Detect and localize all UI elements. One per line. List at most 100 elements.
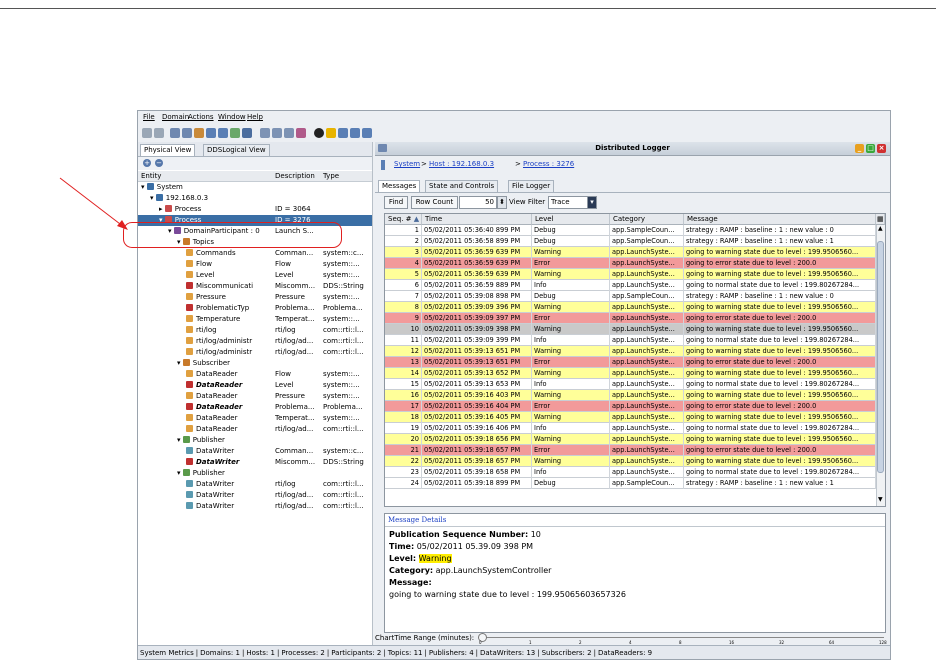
tree-row[interactable]: ▸ Process ID = 3064 (138, 204, 372, 215)
col-description[interactable]: Description (275, 172, 315, 180)
tree-row[interactable]: DataWriter Comman... system::c... (138, 446, 372, 457)
col-entity[interactable]: Entity (141, 172, 161, 180)
message-row[interactable]: 20 05/02/2011 05:39:18 656 PM Warning app.L… (385, 434, 876, 445)
crumb-system[interactable]: System (394, 160, 420, 168)
tab-ddslogical-view[interactable]: DDSLogical View (203, 144, 270, 156)
message-row[interactable]: 3 05/02/2011 05:36:59 639 PM Warning app.La… (385, 247, 876, 258)
crumb-process[interactable]: Process : 3276 (523, 160, 574, 168)
maximize-button[interactable]: □ (866, 144, 875, 153)
expand-toggle-icon[interactable]: ▾ (141, 183, 147, 191)
message-row[interactable]: 6 05/02/2011 05:36:59 889 PM Info app.Launc… (385, 280, 876, 291)
message-row[interactable]: 9 05/02/2011 05:39:09 397 PM Error app.Laun… (385, 313, 876, 324)
tree-row[interactable]: ProblematicTyp Problema... Problema... (138, 303, 372, 314)
expand-toggle-icon[interactable]: ▾ (177, 469, 183, 477)
message-row[interactable]: 21 05/02/2011 05:39:18 657 PM Error app.Lau… (385, 445, 876, 456)
message-row[interactable]: 1 05/02/2011 05:36:40 899 PM Debug app.Samp… (385, 225, 876, 236)
col-type[interactable]: Type (323, 172, 339, 180)
message-row[interactable]: 17 05/02/2011 05:39:16 404 PM Error app.Lau… (385, 401, 876, 412)
tree-row[interactable]: DataReader Flow system::... (138, 369, 372, 380)
message-row[interactable]: 11 05/02/2011 05:39:09 399 PM Info app.Laun… (385, 335, 876, 346)
tree-row[interactable]: DataReader rti/log/ad... com::rti::l... (138, 424, 372, 435)
window-icon-1[interactable] (338, 128, 348, 138)
scroll-down-icon[interactable]: ▼ (878, 497, 884, 503)
menu-actions[interactable]: Actions (188, 113, 214, 121)
message-row[interactable]: 10 05/02/2011 05:39:09 398 PM Warning app.L… (385, 324, 876, 335)
tree-row[interactable]: ▾ Subscriber (138, 358, 372, 369)
col-seq[interactable]: Seq. # ▲ (385, 214, 422, 225)
tree-row[interactable]: rti/log/administr rti/log/ad... com::rti::… (138, 336, 372, 347)
row-count-field[interactable]: 50 (459, 196, 497, 209)
column-chooser-icon[interactable]: ▦ (876, 214, 885, 225)
message-row[interactable]: 24 05/02/2011 05:39:18 899 PM Debug app.Sam… (385, 478, 876, 489)
crumb-host[interactable]: Host : 192.168.0.3 (429, 160, 494, 168)
slider-track[interactable] (478, 637, 884, 638)
col-category[interactable]: Category (610, 214, 684, 225)
menu-file[interactable]: File (143, 113, 155, 121)
message-row[interactable]: 23 05/02/2011 05:39:18 658 PM Info app.Laun… (385, 467, 876, 478)
tree-row[interactable]: DataReader Pressure system::... (138, 391, 372, 402)
close-button[interactable]: × (877, 144, 886, 153)
menu-domain[interactable]: Domain (162, 113, 189, 121)
back-icon[interactable] (142, 128, 152, 138)
chevron-down-icon[interactable]: ▾ (587, 196, 597, 209)
message-row[interactable]: 19 05/02/2011 05:39:16 406 PM Info app.Laun… (385, 423, 876, 434)
window-icon-2[interactable] (350, 128, 360, 138)
col-level[interactable]: Level (532, 214, 610, 225)
message-row[interactable]: 13 05/02/2011 05:39:13 651 PM Error app.Lau… (385, 357, 876, 368)
table-scrollbar[interactable]: ▲ ▼ (876, 225, 885, 506)
settings-icon[interactable] (194, 128, 204, 138)
tree-row[interactable]: ▾ System (138, 182, 372, 193)
remove-icon[interactable]: − (155, 159, 163, 167)
message-row[interactable]: 18 05/02/2011 05:39:16 405 PM Warning app.L… (385, 412, 876, 423)
tab-file-logger[interactable]: File Logger (508, 180, 555, 192)
connect-icon[interactable] (170, 128, 180, 138)
bar-chart-icon[interactable] (272, 128, 282, 138)
tree-row[interactable]: ▾ 192.168.0.3 (138, 193, 372, 204)
check-icon[interactable] (230, 128, 240, 138)
menu-window[interactable]: Window (218, 113, 246, 121)
table-icon[interactable] (260, 128, 270, 138)
tab-physical-view[interactable]: Physical View (140, 144, 196, 156)
message-row[interactable]: 14 05/02/2011 05:39:13 652 PM Warning app.L… (385, 368, 876, 379)
row-count-button[interactable]: Row Count (411, 196, 458, 209)
warning-icon[interactable] (326, 128, 336, 138)
export-icon[interactable] (218, 128, 228, 138)
message-row[interactable]: 2 05/02/2011 05:36:58 899 PM Debug app.Samp… (385, 236, 876, 247)
record-icon[interactable] (314, 128, 324, 138)
save-icon[interactable] (206, 128, 216, 138)
tree-row[interactable]: Temperature Temperat... system::... (138, 314, 372, 325)
window-icon-3[interactable] (362, 128, 372, 138)
tree-row[interactable]: DataWriter rti/log/ad... com::rti::l... (138, 501, 372, 512)
disconnect-icon[interactable] (182, 128, 192, 138)
expand-toggle-icon[interactable]: ▾ (150, 194, 156, 202)
col-message[interactable]: Message (684, 214, 876, 225)
tab-state-and-controls[interactable]: State and Controls (425, 180, 499, 192)
tree-row[interactable]: DataReader Level system::... (138, 380, 372, 391)
tree-row[interactable]: Level Level system::... (138, 270, 372, 281)
tree-row[interactable]: DataWriter rti/log com::rti::l... (138, 479, 372, 490)
menu-help[interactable]: Help (247, 113, 263, 121)
expand-toggle-icon[interactable]: ▾ (177, 436, 183, 444)
tree-row[interactable]: Commands Comman... system::c... (138, 248, 372, 259)
message-row[interactable]: 8 05/02/2011 05:39:09 396 PM Warning app.La… (385, 302, 876, 313)
forward-icon[interactable] (154, 128, 164, 138)
col-time[interactable]: Time (422, 214, 532, 225)
tree-row[interactable]: rti/log rti/log com::rti::l... (138, 325, 372, 336)
message-row[interactable]: 12 05/02/2011 05:39:13 651 PM Warning app.L… (385, 346, 876, 357)
minimize-button[interactable]: _ (855, 144, 864, 153)
tree-row[interactable]: rti/log/administr rti/log/ad... com::rti::… (138, 347, 372, 358)
message-row[interactable]: 5 05/02/2011 05:36:59 639 PM Warning app.La… (385, 269, 876, 280)
tree-row[interactable]: DataReader Temperat... system::... (138, 413, 372, 424)
tab-messages[interactable]: Messages (378, 180, 421, 192)
scroll-up-icon[interactable]: ▲ (878, 226, 884, 232)
topology-icon[interactable] (296, 128, 306, 138)
tree-row[interactable]: DataWriter Miscomm... DDS::String (138, 457, 372, 468)
tree-row[interactable]: ▾ Publisher (138, 435, 372, 446)
view-icon[interactable] (242, 128, 252, 138)
message-row[interactable]: 4 05/02/2011 05:36:59 639 PM Error app.Laun… (385, 258, 876, 269)
message-row[interactable]: 16 05/02/2011 05:39:16 403 PM Warning app.L… (385, 390, 876, 401)
message-row[interactable]: 22 05/02/2011 05:39:18 657 PM Warning app.L… (385, 456, 876, 467)
tree-row[interactable]: Flow Flow system::... (138, 259, 372, 270)
add-icon[interactable]: + (143, 159, 151, 167)
list-icon[interactable] (284, 128, 294, 138)
